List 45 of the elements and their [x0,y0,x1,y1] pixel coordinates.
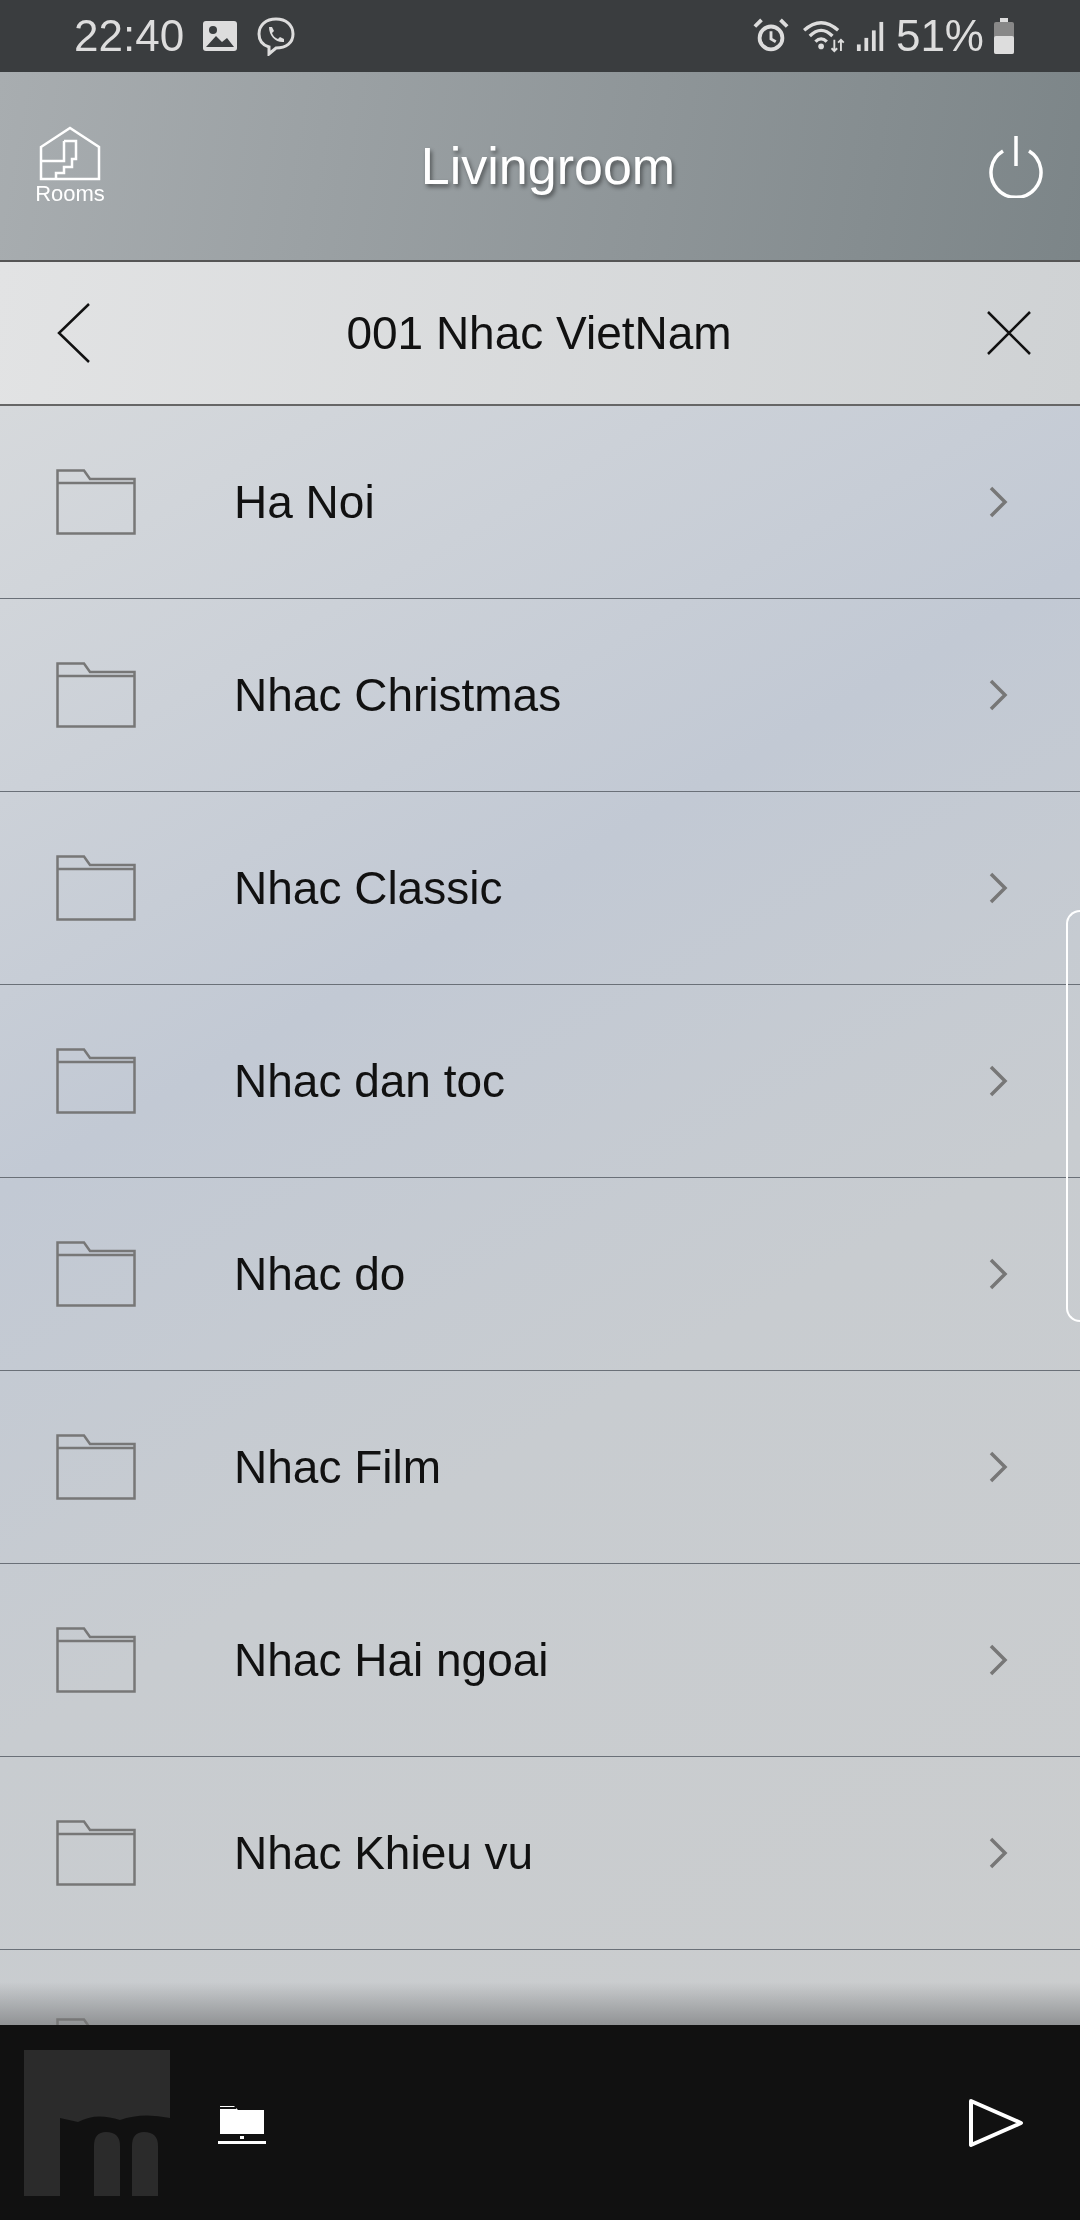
folder-title: 001 Nhac VietNam [346,306,732,360]
folder-icon [56,1820,136,1886]
folder-name: Nhac dan toc [234,1054,507,1108]
folder-icon [56,855,136,921]
signal-icon [855,19,886,53]
folder-name: Nhac Film [234,1440,443,1494]
folder-row[interactable]: Nhac Film [0,1371,1080,1564]
power-icon[interactable] [986,134,1046,198]
folder-icon [56,1627,136,1693]
phone-bubble-icon [256,16,297,56]
status-time: 22:40 [74,11,185,61]
close-icon[interactable] [986,310,1032,356]
chevron-icon [988,1450,1008,1484]
chevron-icon [988,871,1008,905]
image-icon [202,20,239,52]
folder-name: Nhac Christmas [234,668,563,722]
folder-row[interactable]: Ha Noi [0,406,1080,599]
folder-icon [56,1434,136,1500]
folder-row[interactable]: Nhac dan toc [0,985,1080,1178]
chevron-icon [988,678,1008,712]
chevron-icon [988,1836,1008,1870]
folder-name: Ha Noi [234,475,376,529]
logo-icon [24,2049,170,2196]
chevron-icon [988,1257,1008,1291]
battery-icon [994,18,1014,54]
folder-icon [56,469,136,535]
folder-name: Nhac do [234,1247,407,1301]
back-icon[interactable] [56,302,92,364]
folder-icon [56,1241,136,1307]
folder-name: Nhac Khieu vu [234,1826,535,1880]
battery-percent: 51% [895,11,984,61]
folder-row[interactable]: Nhac Khieu vu [0,1757,1080,1950]
folder-row[interactable]: Nhac Christmas [0,599,1080,792]
chevron-icon [988,1643,1008,1677]
play-icon[interactable] [968,2097,1024,2148]
folder-row[interactable]: Nhac Classic [0,792,1080,985]
folder-name: Nhac Classic [234,861,504,915]
folder-name: Nhac Hai ngoai [234,1633,550,1687]
folder-icon [56,1048,136,1114]
folder-icon [56,662,136,728]
chevron-icon [988,485,1008,519]
room-title: Livingroom [420,136,676,196]
chevron-icon [988,1064,1008,1098]
folder-row[interactable]: Nhac Hai ngoai [0,1564,1080,1757]
folder-row[interactable]: Nhac do [0,1178,1080,1371]
